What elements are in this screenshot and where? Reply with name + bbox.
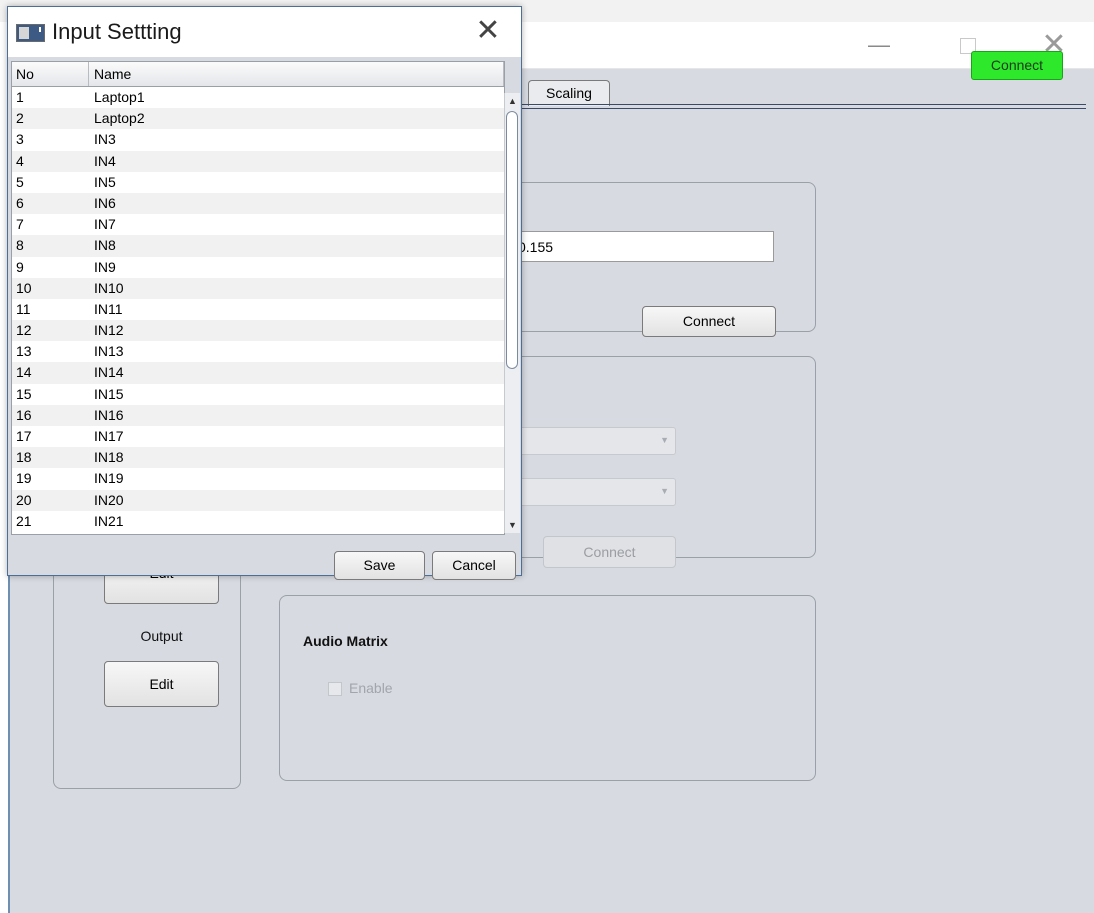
table-row[interactable]: 8 IN8 [12, 235, 504, 257]
table-row[interactable]: 21 IN21 [12, 511, 504, 532]
table-row[interactable]: 16 IN16 [12, 404, 504, 426]
table-scrollbar[interactable]: ▲ ▼ [504, 93, 520, 533]
table-row[interactable]: 10 IN10 [12, 277, 504, 299]
row-number: 9 [16, 258, 24, 275]
row-number: 7 [16, 216, 24, 233]
table-row[interactable]: 18 IN18 [12, 447, 504, 469]
table-row[interactable]: 17 IN17 [12, 426, 504, 447]
row-number: 19 [16, 470, 32, 487]
row-number: 14 [16, 364, 32, 381]
chevron-down-icon: ▼ [660, 486, 669, 496]
table-row[interactable]: 5 IN5 [12, 172, 504, 193]
row-number: 17 [16, 428, 32, 444]
row-name[interactable]: IN14 [94, 362, 124, 383]
row-name[interactable]: IN10 [94, 278, 124, 299]
row-number: 5 [16, 173, 24, 190]
enable-checkbox[interactable] [328, 682, 342, 696]
dialog-close-button[interactable]: ✕ [470, 13, 506, 49]
row-name[interactable]: IN15 [94, 384, 124, 405]
table-row[interactable]: 19 IN19 [12, 468, 504, 489]
table-header: No Name [12, 62, 504, 87]
scrollbar-thumb[interactable] [506, 111, 518, 369]
table-row[interactable]: 3 IN3 [12, 129, 504, 150]
combo-box-1[interactable]: ▼ [511, 427, 676, 455]
row-number: 20 [16, 491, 32, 508]
row-name[interactable]: Laptop1 [94, 87, 145, 108]
column-header-no[interactable]: No [12, 62, 89, 86]
table-row[interactable]: 1 Laptop1 [12, 87, 504, 108]
output-label: Output [140, 628, 183, 644]
row-number: 12 [16, 322, 32, 339]
table-row[interactable]: 7 IN7 [12, 214, 504, 235]
save-button[interactable]: Save [334, 551, 425, 580]
row-name[interactable]: IN16 [94, 405, 124, 426]
input-table: No Name 1 Laptop1 2 Laptop2 3 IN3 4 IN4 5 IN5 6 IN6… [11, 61, 505, 535]
chevron-down-icon: ▼ [660, 435, 669, 445]
row-name[interactable]: IN21 [94, 511, 124, 532]
top-connect-button[interactable]: Connect [971, 51, 1063, 80]
scroll-down-icon[interactable]: ▼ [505, 517, 520, 533]
row-name[interactable]: IN9 [94, 257, 116, 278]
control-connect-button[interactable]: Connect [543, 536, 676, 568]
table-row[interactable]: 12 IN12 [12, 320, 504, 342]
combo-box-2[interactable]: ▼ [511, 478, 676, 506]
table-row[interactable]: 15 IN15 [12, 384, 504, 405]
scroll-up-icon[interactable]: ▲ [505, 93, 520, 109]
row-number: 10 [16, 279, 32, 296]
row-number: 8 [16, 237, 24, 254]
row-name[interactable]: IN13 [94, 341, 124, 362]
tab-scaling[interactable]: Scaling [528, 80, 610, 106]
table-row[interactable]: 2 Laptop2 [12, 108, 504, 130]
cancel-button[interactable]: Cancel [432, 551, 516, 580]
row-name[interactable]: IN20 [94, 490, 124, 511]
enable-label: Enable [349, 680, 393, 696]
row-number: 18 [16, 449, 32, 466]
column-header-name[interactable]: Name [89, 62, 504, 86]
row-name[interactable]: IN18 [94, 447, 124, 468]
tab-underline [510, 104, 1086, 105]
row-number: 11 [16, 300, 31, 317]
row-name[interactable]: IN3 [94, 129, 116, 150]
input-setting-dialog: Input Settting ✕ No Name 1 Laptop1 2 Laptop… [7, 6, 522, 580]
row-number: 2 [16, 110, 24, 127]
row-name[interactable]: IN11 [94, 299, 123, 320]
row-number: 1 [16, 89, 24, 105]
row-number: 21 [16, 512, 32, 529]
table-row[interactable]: 9 IN9 [12, 257, 504, 278]
ip-address-field[interactable]: 0.155 [511, 231, 774, 262]
row-name[interactable]: IN4 [94, 151, 116, 172]
row-name[interactable]: IN12 [94, 320, 124, 341]
row-number: 16 [16, 406, 32, 423]
row-name[interactable]: IN5 [94, 172, 116, 193]
row-name[interactable]: IN17 [94, 426, 124, 447]
row-name[interactable]: Laptop2 [94, 108, 145, 129]
network-connect-button[interactable]: Connect [642, 306, 776, 337]
table-row[interactable]: 13 IN13 [12, 341, 504, 362]
row-number: 15 [16, 385, 32, 402]
dialog-titlebar: Input Settting ✕ [8, 7, 521, 57]
table-body: 1 Laptop1 2 Laptop2 3 IN3 4 IN4 5 IN5 6 IN6 7 IN7 8 IN8… [12, 87, 504, 532]
row-number: 4 [16, 152, 24, 169]
table-row[interactable]: 4 IN4 [12, 150, 504, 172]
row-name[interactable]: IN19 [94, 468, 124, 489]
row-number: 3 [16, 131, 24, 148]
table-row[interactable]: 20 IN20 [12, 489, 504, 511]
minimize-button[interactable]: — [862, 28, 896, 62]
table-row[interactable]: 14 IN14 [12, 362, 504, 384]
output-edit-button[interactable]: Edit [104, 661, 219, 707]
tab-underline-2 [510, 108, 1086, 109]
row-name[interactable]: IN7 [94, 214, 116, 235]
table-row[interactable]: 6 IN6 [12, 192, 504, 215]
row-name[interactable]: IN8 [94, 235, 116, 256]
row-number: 13 [16, 343, 32, 360]
row-number: 6 [16, 194, 24, 211]
row-name[interactable]: IN6 [94, 193, 116, 214]
dialog-title: Input Settting [52, 19, 182, 44]
app-icon [16, 24, 45, 42]
table-row[interactable]: 11 IN11 [12, 299, 504, 320]
audio-matrix-title: Audio Matrix [303, 633, 388, 649]
